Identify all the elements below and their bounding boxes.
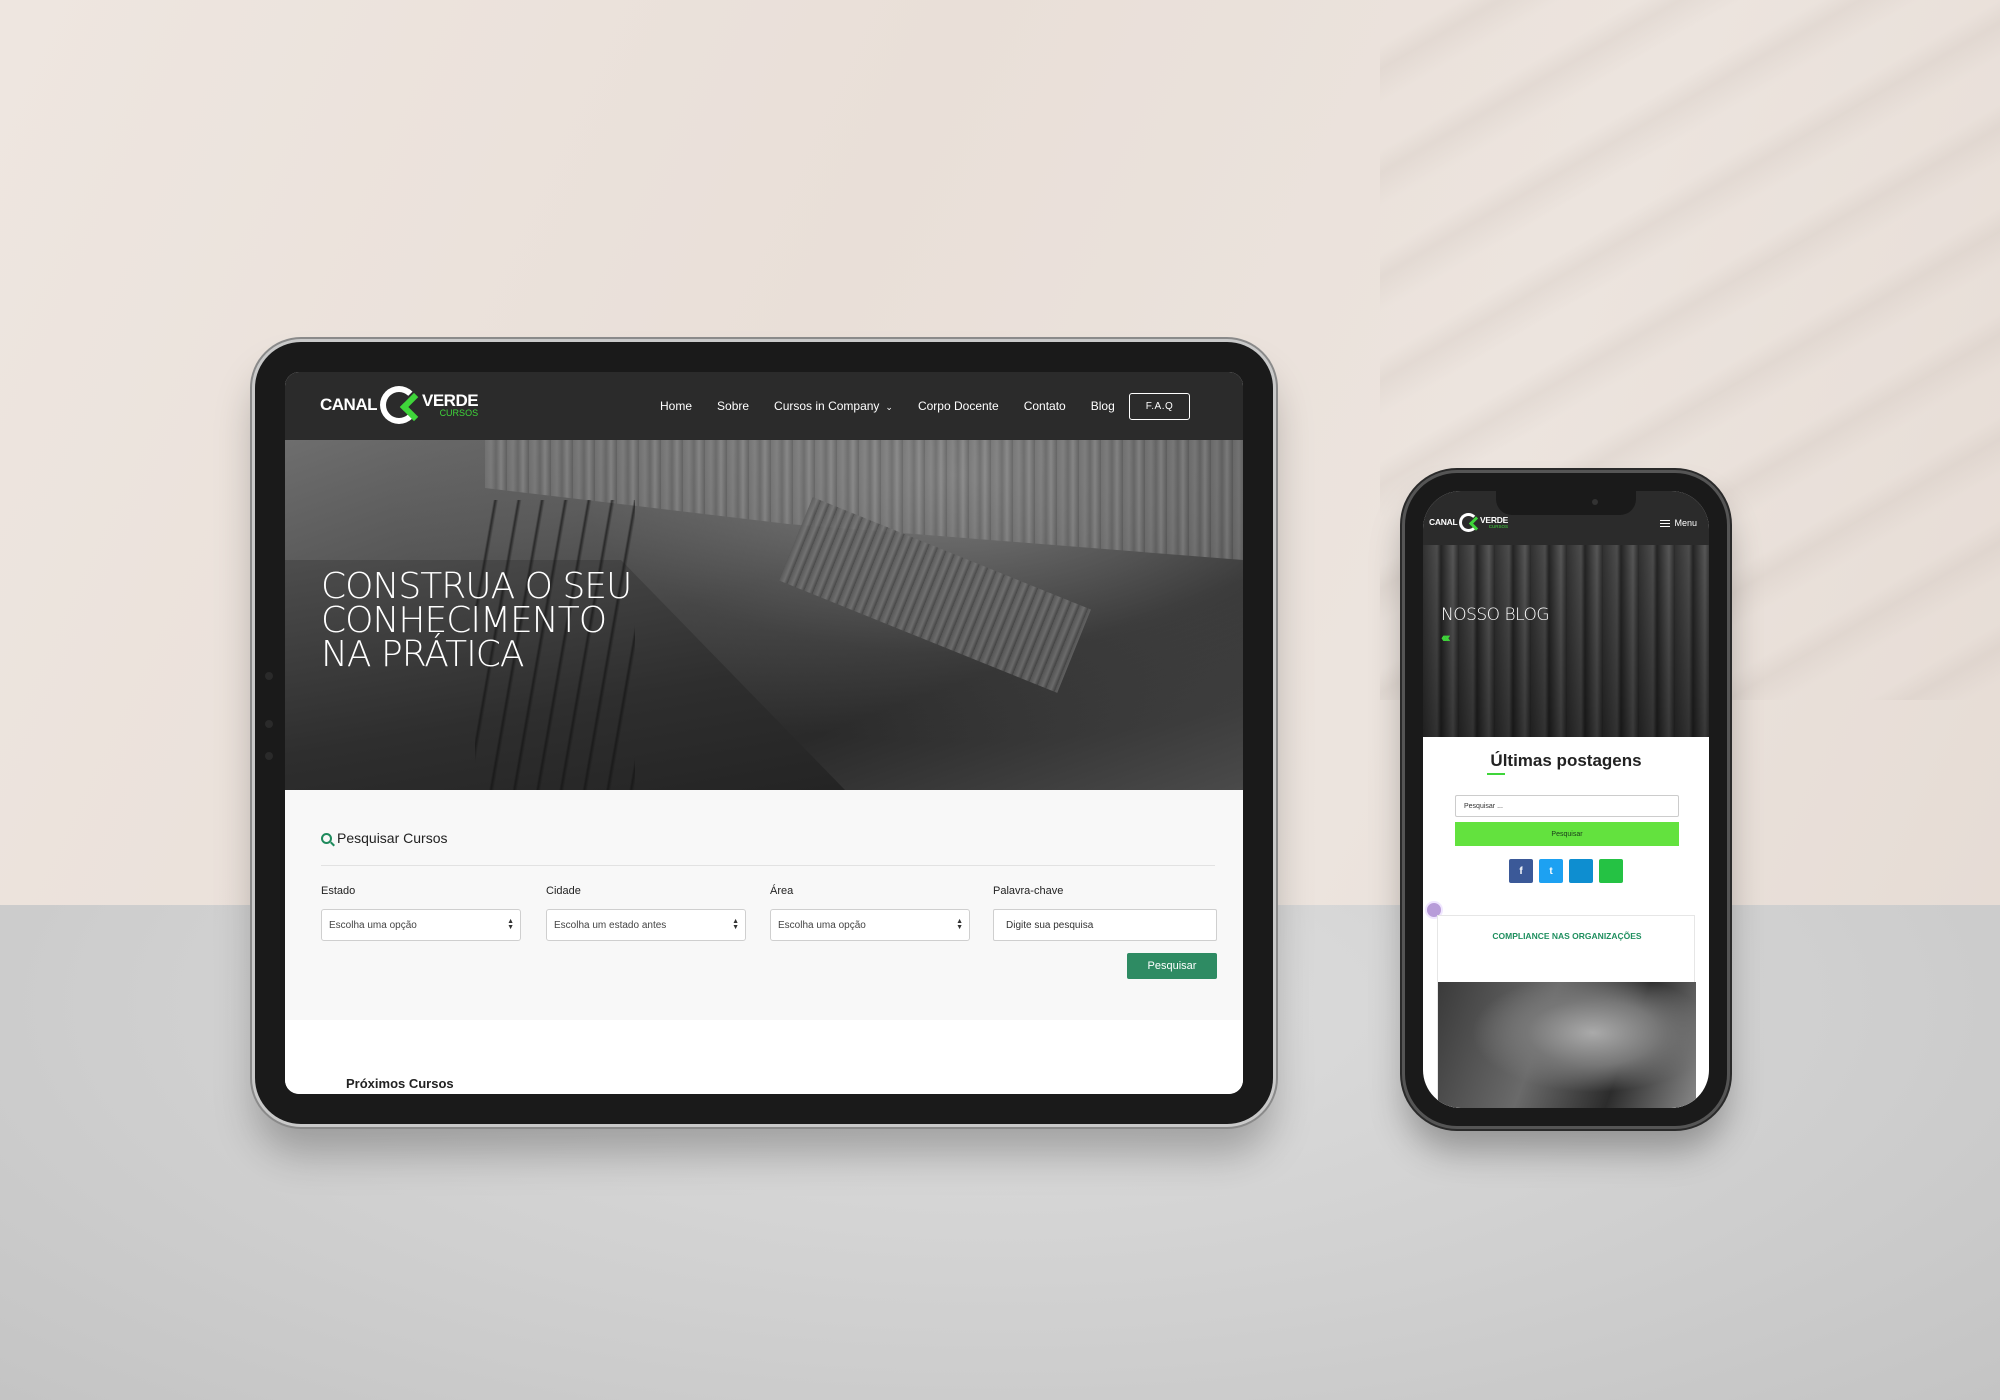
cidade-select[interactable]: Escolha um estado antes ▲ ▼	[546, 909, 746, 941]
hero-banner: CONSTRUA O SEU CONHECIMENTO NA PRÁTICA	[285, 440, 1243, 790]
blog-search-input[interactable]: Pesquisar ...	[1455, 795, 1679, 817]
palavra-chave-field: Palavra-chave Digite sua pesquisa	[993, 885, 1217, 941]
search-button[interactable]: Pesquisar	[1127, 953, 1217, 979]
phone-screen: CANAL VERDE CURSOS Menu NOSSO BLOG ‹‹‹‹ …	[1423, 491, 1709, 1108]
blog-search-placeholder: Pesquisar ...	[1464, 802, 1503, 810]
chevron-down-icon: ⌄	[885, 402, 893, 412]
logo-canal: CANAL	[320, 395, 378, 414]
phone-device: CANAL VERDE CURSOS Menu NOSSO BLOG ‹‹‹‹ …	[1405, 473, 1727, 1126]
blog-post-card[interactable]: COMPLIANCE NAS ORGANIZAÇÕES	[1437, 915, 1696, 1108]
estado-select[interactable]: Escolha uma opção ▲ ▼	[321, 909, 521, 941]
select-arrows-icon: ▲ ▼	[507, 918, 514, 931]
hero-headline-line: CONSTRUA O SEU	[321, 566, 632, 607]
next-courses-heading: Próximos Cursos	[346, 1076, 454, 1091]
facebook-icon[interactable]: f	[1509, 859, 1533, 883]
blog-post-image	[1438, 982, 1696, 1108]
area-select[interactable]: Escolha uma opção ▲ ▼	[770, 909, 970, 941]
blog-hero-overlay	[1423, 545, 1709, 737]
site-logo[interactable]: CANAL VERDE CURSOS	[320, 386, 479, 424]
phone-notch	[1496, 491, 1636, 515]
tablet-sensor	[265, 752, 273, 760]
site-header: CANAL VERDE CURSOS Home Sobre Cursos in …	[285, 372, 1243, 440]
palavra-chave-label: Palavra-chave	[993, 885, 1064, 897]
mobile-menu-toggle[interactable]: Menu	[1660, 518, 1697, 528]
course-search-title-text: Pesquisar Cursos	[337, 830, 448, 846]
tablet-screen: CANAL VERDE CURSOS Home Sobre Cursos in …	[285, 372, 1243, 1094]
tablet-device: CANAL VERDE CURSOS Home Sobre Cursos in …	[255, 342, 1273, 1124]
estado-field: Estado Escolha uma opção ▲ ▼	[321, 885, 521, 941]
chevrons-left-icon: ‹‹‹‹	[1441, 629, 1451, 645]
camera-icon	[1592, 499, 1598, 505]
course-search-section: Pesquisar Cursos Estado Escolha uma opçã…	[285, 790, 1243, 1020]
nav-blog[interactable]: Blog	[1091, 399, 1115, 413]
logo-cursos: CURSOS	[1488, 524, 1509, 529]
mobile-site-logo[interactable]: CANAL VERDE CURSOS	[1429, 513, 1508, 532]
latest-posts-heading: Últimas postagens	[1490, 751, 1642, 770]
main-nav: Home Sobre Cursos in Company ⌄ Corpo Doce…	[660, 372, 1191, 440]
keyword-input-placeholder: Digite sua pesquisa	[1006, 919, 1094, 931]
next-courses-section: Próximos Cursos	[285, 1020, 1243, 1094]
course-search-title: Pesquisar Cursos	[321, 830, 448, 846]
logo-mark-icon	[1459, 513, 1478, 532]
logo-canal: CANAL	[1429, 517, 1458, 528]
nav-home[interactable]: Home	[660, 399, 692, 413]
social-share-bar: f t	[1509, 859, 1629, 883]
tablet-sensor	[265, 720, 273, 728]
cidade-select-value: Escolha um estado antes	[554, 919, 667, 931]
whatsapp-icon[interactable]	[1599, 859, 1623, 883]
search-icon	[321, 832, 332, 844]
mobile-menu-label: Menu	[1674, 518, 1697, 528]
estado-select-value: Escolha uma opção	[329, 919, 417, 931]
nav-sobre[interactable]: Sobre	[717, 399, 749, 413]
keyword-input[interactable]: Digite sua pesquisa	[993, 909, 1217, 941]
twitter-icon[interactable]: t	[1539, 859, 1563, 883]
logo-mark-icon	[380, 386, 418, 424]
nav-cursos-in-company-label: Cursos in Company	[774, 399, 880, 413]
tablet-sensor	[265, 672, 273, 680]
linkedin-icon[interactable]	[1569, 859, 1593, 883]
heading-underline	[1487, 773, 1505, 775]
blog-search-button[interactable]: Pesquisar	[1455, 822, 1679, 846]
nav-contato[interactable]: Contato	[1024, 399, 1066, 413]
blog-hero-title: NOSSO BLOG	[1441, 605, 1550, 625]
hero-headline-line: NA PRÁTICA	[321, 634, 524, 675]
cidade-label: Cidade	[546, 885, 581, 897]
select-arrows-icon: ▲ ▼	[956, 918, 963, 931]
logo-verde-box: VERDE CURSOS	[1480, 516, 1508, 529]
area-field: Área Escolha uma opção ▲ ▼	[770, 885, 970, 941]
nav-corpo-docente[interactable]: Corpo Docente	[918, 399, 999, 413]
faq-button[interactable]: F.A.Q	[1128, 392, 1191, 420]
hero-headline-line: CONHECIMENTO	[321, 600, 607, 641]
logo-verde: VERDE	[422, 391, 479, 410]
estado-label: Estado	[321, 885, 356, 897]
area-select-value: Escolha uma opção	[778, 919, 866, 931]
logo-cursos: CURSOS	[439, 408, 479, 418]
hamburger-icon	[1660, 519, 1671, 527]
cidade-field: Cidade Escolha um estado antes ▲ ▼	[546, 885, 746, 941]
select-arrows-icon: ▲ ▼	[732, 918, 739, 931]
blog-post-title: COMPLIANCE NAS ORGANIZAÇÕES	[1492, 931, 1642, 941]
blog-hero: NOSSO BLOG ‹‹‹‹	[1423, 545, 1709, 737]
nav-cursos-in-company[interactable]: Cursos in Company ⌄	[774, 399, 893, 413]
hero-headline: CONSTRUA O SEU CONHECIMENTO NA PRÁTICA	[321, 566, 701, 675]
area-label: Área	[770, 885, 794, 897]
logo-verde-box: VERDE CURSOS	[422, 391, 479, 418]
divider	[321, 865, 1215, 866]
